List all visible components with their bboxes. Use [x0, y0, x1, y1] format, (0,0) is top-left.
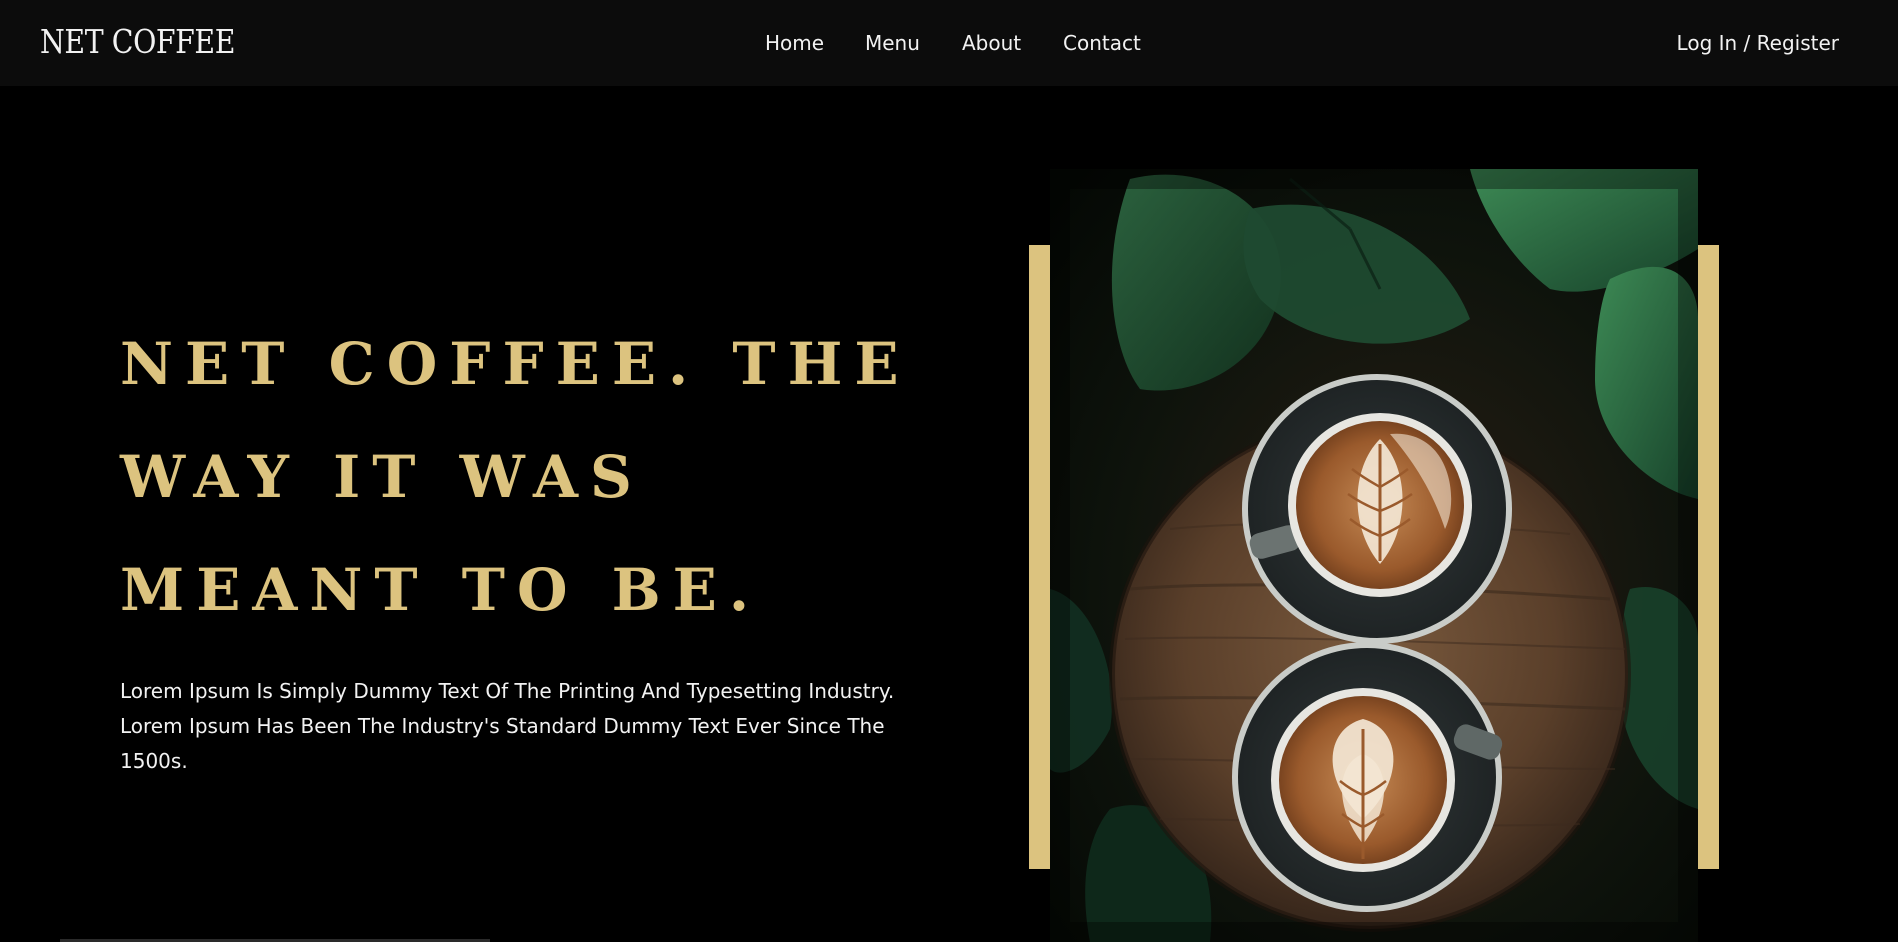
hero-description-line: 1500s. — [120, 749, 188, 773]
brand-logo[interactable]: NET COFFEE — [40, 22, 235, 62]
main-nav: Home Menu About Contact — [0, 0, 1898, 86]
hero-coffee-image — [1050, 169, 1698, 942]
hero-headline: NET COFFEE. THE WAY IT WAS MEANT TO BE. — [120, 308, 920, 647]
hero-description-line: Lorem Ipsum Is Simply Dummy Text Of The … — [120, 679, 895, 703]
hero-description: Lorem Ipsum Is Simply Dummy Text Of The … — [120, 674, 920, 779]
nav-link-menu[interactable]: Menu — [865, 30, 920, 56]
nav-link-contact[interactable]: Contact — [1063, 30, 1141, 56]
hero-headline-line: WAY IT WAS — [120, 443, 644, 511]
gold-accent-bar-right — [1698, 245, 1719, 869]
nav-link-about[interactable]: About — [962, 30, 1021, 56]
gold-accent-bar-left — [1029, 245, 1050, 869]
hero-headline-line: MEANT TO BE. — [120, 556, 762, 624]
hero-headline-line: NET COFFEE. THE — [120, 330, 911, 398]
nav-link-home[interactable]: Home — [765, 30, 824, 56]
login-register-link[interactable]: Log In / Register — [1677, 30, 1839, 56]
top-navbar: NET COFFEE Home Menu About Contact Log I… — [0, 0, 1898, 86]
hero-description-line: Lorem Ipsum Has Been The Industry's Stan… — [120, 714, 885, 738]
